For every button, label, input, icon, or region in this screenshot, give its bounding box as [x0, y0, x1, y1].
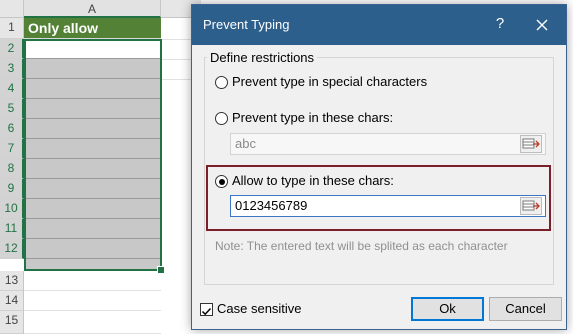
case-sensitive-checkbox[interactable] [200, 303, 213, 316]
dialog-title: Prevent Typing [203, 17, 290, 32]
row-header-7[interactable]: 7 [0, 139, 24, 159]
select-all-corner[interactable] [0, 0, 24, 18]
cell-a11[interactable] [24, 219, 161, 239]
cell-a2[interactable] [24, 39, 161, 59]
column-header-a[interactable]: A [24, 0, 161, 18]
row-header-1[interactable]: 1 [0, 18, 24, 39]
cell-a13[interactable] [24, 271, 161, 291]
row-header-3[interactable]: 3 [0, 59, 24, 79]
row-header-12[interactable]: 12 [0, 239, 24, 259]
cell-a12[interactable] [24, 239, 161, 259]
row-header-8[interactable]: 8 [0, 159, 24, 179]
cell-a3[interactable] [24, 59, 161, 79]
cell-a6[interactable] [24, 119, 161, 139]
cancel-button[interactable]: Cancel [489, 297, 562, 321]
radio-these[interactable] [215, 112, 228, 125]
radio-allow-label[interactable]: Allow to type in these chars: [232, 173, 394, 188]
cell-a9[interactable] [24, 179, 161, 199]
group-label: Define restrictions [207, 50, 318, 65]
cell-a15[interactable] [24, 311, 161, 334]
case-sensitive-label[interactable]: Case sensitive [217, 301, 302, 316]
dialog-titlebar[interactable]: Prevent Typing ? [192, 5, 566, 45]
row-header-13[interactable]: 13 [0, 271, 24, 291]
row-header-10[interactable]: 10 [0, 199, 24, 219]
radio-special-label[interactable]: Prevent type in special characters [232, 74, 427, 89]
allow-chars-field[interactable]: 0123456789 [230, 195, 546, 217]
row-header-4[interactable]: 4 [0, 79, 24, 99]
header-cell[interactable]: Only allow numbers [24, 18, 161, 56]
row-header-9[interactable]: 9 [0, 179, 24, 199]
these-chars-field[interactable]: abc [230, 133, 546, 155]
radio-these-label[interactable]: Prevent type in these chars: [232, 110, 393, 125]
checkmark-icon [201, 307, 212, 316]
fill-handle[interactable] [157, 266, 165, 274]
cell-a14[interactable] [24, 291, 161, 311]
cell-a7[interactable] [24, 139, 161, 159]
row-header-2[interactable]: 2 [0, 39, 24, 59]
cell-a5[interactable] [24, 99, 161, 119]
row-header-15[interactable]: 15 [0, 311, 24, 334]
radio-special[interactable] [215, 76, 228, 89]
row-header-6[interactable]: 6 [0, 119, 24, 139]
note-text: Note: The entered text will be splited a… [215, 239, 508, 253]
row-header-14[interactable]: 14 [0, 291, 24, 311]
prevent-typing-dialog: Prevent Typing ? Define restrictions Pre… [191, 4, 567, 330]
help-button[interactable]: ? [490, 15, 510, 32]
cell-a8[interactable] [24, 159, 161, 179]
close-icon[interactable] [530, 13, 554, 37]
ok-button[interactable]: Ok [411, 297, 484, 321]
cell-a4[interactable] [24, 79, 161, 99]
cell-a10[interactable] [24, 199, 161, 219]
row-header-5[interactable]: 5 [0, 99, 24, 119]
row-header-11[interactable]: 11 [0, 219, 24, 239]
range-picker-icon[interactable] [520, 135, 542, 153]
range-picker-icon[interactable] [520, 197, 542, 215]
radio-allow[interactable] [215, 175, 228, 188]
cell-a12-fill[interactable] [24, 259, 161, 271]
